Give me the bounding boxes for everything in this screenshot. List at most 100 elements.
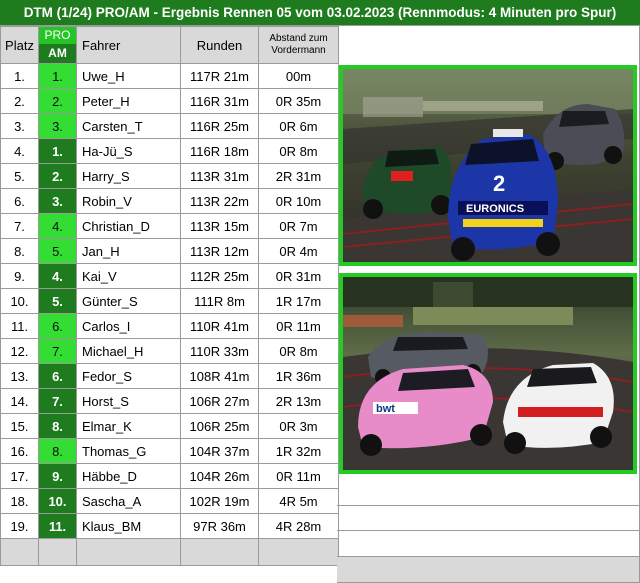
table-row: 13. 6. Fedor_S 108R 41m 1R 36m [0, 363, 339, 389]
gap-cell: 1R 17m [258, 288, 339, 314]
table-row: 9. 4. Kai_V 112R 25m 0R 31m [0, 263, 339, 289]
empty-cell [76, 538, 181, 566]
header-runden: Runden [180, 26, 259, 64]
platz-cell: 9. [0, 263, 39, 289]
platz-cell: 6. [0, 188, 39, 214]
driver-name-cell: Horst_S [76, 388, 181, 414]
gap-cell: 0R 8m [258, 338, 339, 364]
gap-cell: 0R 31m [258, 263, 339, 289]
class-rank-cell: 6. [38, 363, 77, 389]
class-rank-cell: 4. [38, 213, 77, 239]
laps-cell: 111R 8m [180, 288, 259, 314]
grid-line [337, 530, 640, 531]
gap-cell: 0R 10m [258, 188, 339, 214]
class-rank-cell: 8. [38, 413, 77, 439]
laps-cell: 106R 27m [180, 388, 259, 414]
empty-cell [38, 538, 77, 566]
class-rank-cell: 3. [38, 113, 77, 139]
gap-cell: 0R 35m [258, 88, 339, 114]
driver-name-cell: Kai_V [76, 263, 181, 289]
laps-cell: 113R 12m [180, 238, 259, 264]
race-photo-bottom: bwt [339, 273, 637, 474]
gap-cell: 1R 32m [258, 438, 339, 464]
table-row: 16. 8. Thomas_G 104R 37m 1R 32m [0, 438, 339, 464]
class-rank-cell: 2. [38, 163, 77, 189]
class-rank-cell: 9. [38, 463, 77, 489]
platz-cell: 12. [0, 338, 39, 364]
platz-cell: 8. [0, 238, 39, 264]
table-row: 6. 3. Robin_V 113R 22m 0R 10m [0, 188, 339, 214]
car-sponsor: EURONICS [466, 203, 524, 215]
class-rank-cell: 11. [38, 513, 77, 539]
laps-cell: 110R 33m [180, 338, 259, 364]
laps-cell: 108R 41m [180, 363, 259, 389]
laps-cell: 113R 22m [180, 188, 259, 214]
class-rank-cell: 7. [38, 388, 77, 414]
gap-cell: 4R 28m [258, 513, 339, 539]
table-row: 7. 4. Christian_D 113R 15m 0R 7m [0, 213, 339, 239]
platz-cell: 14. [0, 388, 39, 414]
empty-row [0, 538, 339, 566]
table-row: 12. 7. Michael_H 110R 33m 0R 8m [0, 338, 339, 364]
class-rank-cell: 3. [38, 188, 77, 214]
gap-cell: 4R 5m [258, 488, 339, 514]
class-rank-cell: 2. [38, 88, 77, 114]
platz-cell: 18. [0, 488, 39, 514]
empty-cell [0, 538, 39, 566]
car-number: 2 [493, 171, 505, 196]
table-row: 14. 7. Horst_S 106R 27m 2R 13m [0, 388, 339, 414]
empty-area [337, 479, 640, 583]
laps-cell: 116R 25m [180, 113, 259, 139]
class-rank-cell: 7. [38, 338, 77, 364]
table-row: 1. 1. Uwe_H 117R 21m 00m [0, 63, 339, 89]
header-abstand: Abstand zum Vordermann [258, 26, 339, 64]
platz-cell: 10. [0, 288, 39, 314]
header-pro-am: PRO AM [38, 26, 77, 64]
laps-cell: 110R 41m [180, 313, 259, 339]
class-rank-cell: 5. [38, 288, 77, 314]
driver-name-cell: Häbbe_D [76, 463, 181, 489]
platz-cell: 13. [0, 363, 39, 389]
platz-cell: 3. [0, 113, 39, 139]
platz-cell: 1. [0, 63, 39, 89]
laps-cell: 112R 25m [180, 263, 259, 289]
driver-name-cell: Ha-Jü_S [76, 138, 181, 164]
laps-cell: 97R 36m [180, 513, 259, 539]
header-platz: Platz [0, 26, 39, 64]
gap-cell: 1R 36m [258, 363, 339, 389]
class-rank-cell: 5. [38, 238, 77, 264]
driver-name-cell: Michael_H [76, 338, 181, 364]
platz-cell: 7. [0, 213, 39, 239]
gap-cell: 2R 31m [258, 163, 339, 189]
gap-cell: 2R 13m [258, 388, 339, 414]
gap-cell: 0R 3m [258, 413, 339, 439]
laps-cell: 106R 25m [180, 413, 259, 439]
laps-cell: 116R 31m [180, 88, 259, 114]
driver-name-cell: Jan_H [76, 238, 181, 264]
table-row: 2. 2. Peter_H 116R 31m 0R 35m [0, 88, 339, 114]
race-photo-bottom-image: bwt [343, 277, 633, 470]
gap-cell: 0R 11m [258, 463, 339, 489]
driver-name-cell: Elmar_K [76, 413, 181, 439]
gap-cell: 00m [258, 63, 339, 89]
table-row: 4. 1. Ha-Jü_S 116R 18m 0R 8m [0, 138, 339, 164]
driver-name-cell: Günter_S [76, 288, 181, 314]
page-title: DTM (1/24) PRO/AM - Ergebnis Rennen 05 v… [0, 0, 640, 26]
driver-name-cell: Peter_H [76, 88, 181, 114]
header-am: AM [39, 44, 76, 63]
class-rank-cell: 1. [38, 63, 77, 89]
platz-cell: 19. [0, 513, 39, 539]
driver-name-cell: Robin_V [76, 188, 181, 214]
car-sponsor-bottom: bwt [376, 403, 395, 415]
laps-cell: 113R 31m [180, 163, 259, 189]
class-rank-cell: 1. [38, 138, 77, 164]
laps-cell: 104R 37m [180, 438, 259, 464]
race-photo-top: 2 EURONICS [339, 65, 637, 266]
table-row: 3. 3. Carsten_T 116R 25m 0R 6m [0, 113, 339, 139]
platz-cell: 5. [0, 163, 39, 189]
driver-name-cell: Carlos_I [76, 313, 181, 339]
class-rank-cell: 6. [38, 313, 77, 339]
table-row: 15. 8. Elmar_K 106R 25m 0R 3m [0, 413, 339, 439]
driver-name-cell: Klaus_BM [76, 513, 181, 539]
race-photo-top-image: 2 EURONICS [343, 69, 633, 262]
